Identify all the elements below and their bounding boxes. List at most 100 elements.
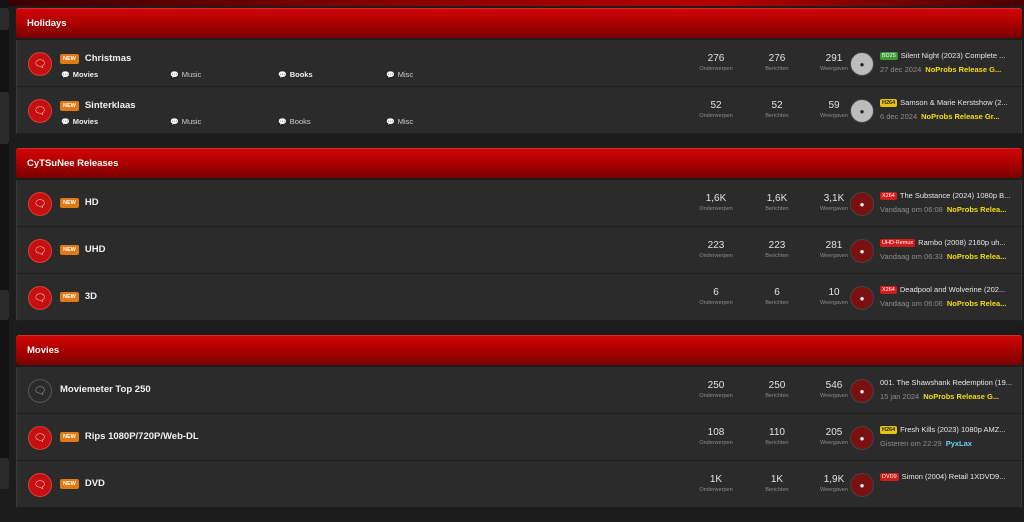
forum-chat-icon[interactable]: 🗨 xyxy=(28,99,52,123)
category-header[interactable]: Holidays xyxy=(16,8,1022,38)
category-header[interactable]: Movies xyxy=(16,335,1022,365)
latest-thread-title[interactable]: UHD-Remux Rambo (2008) 2160p uh... xyxy=(880,238,1022,248)
latest-thread-title[interactable]: X264 The Substance (2024) 1080p B... xyxy=(880,191,1022,201)
forum-chat-icon[interactable]: 🗨 xyxy=(28,239,52,263)
forum-node[interactable]: 🗨 NEW DVD 1K Onderwerpen 1K Berichten 1,9K Weerg… xyxy=(16,461,1022,508)
stat-label: Berichten xyxy=(765,440,789,446)
node-title-line: NEW Christmas xyxy=(60,53,131,64)
latest-post[interactable]: ● UHD-Remux Rambo (2008) 2160p uh... Vandaa… xyxy=(850,236,1022,266)
stat-posts: 223 Berichten xyxy=(752,240,802,259)
post-date: 15 jan 2024 xyxy=(880,392,920,401)
node-title-link[interactable]: 3D xyxy=(85,291,97,302)
category-header[interactable]: CyTSuNee Releases xyxy=(16,148,1022,178)
subforum-chat-icon: 💬 xyxy=(170,72,179,79)
prefix-tag: BD25 xyxy=(880,52,898,61)
username-link[interactable]: NoProbs Relea... xyxy=(947,252,1007,261)
latest-post[interactable]: ● X264 The Substance (2024) 1080p B... Vand… xyxy=(850,189,1022,219)
stat-label: Onderwerpen xyxy=(699,393,733,399)
node-title-line: Moviemeter Top 250 xyxy=(60,384,151,395)
user-avatar[interactable]: ● xyxy=(850,473,874,497)
user-avatar[interactable]: ● xyxy=(850,192,874,216)
forum-node[interactable]: 🗨 NEW Rips 1080P/720P/Web-DL 108 Onderwerpen… xyxy=(16,414,1022,461)
rail-tab[interactable] xyxy=(0,458,9,489)
rail-tab[interactable] xyxy=(0,92,9,144)
subforum-chat-icon: 💬 xyxy=(170,119,179,126)
subforum-chat-icon: 💬 xyxy=(278,72,287,79)
node-title-link[interactable]: Sinterklaas xyxy=(85,100,136,111)
subforum-link[interactable]: 💬 Movies xyxy=(61,117,98,126)
stat-value: 223 xyxy=(768,240,786,251)
rail-tab[interactable] xyxy=(0,290,9,320)
forum-category: Movies 🗨 Moviemeter Top 250 250 Onderwerpen 2… xyxy=(16,335,1022,508)
node-title-line: NEW 3D xyxy=(60,291,97,302)
username-link[interactable]: NoProbs Release Gr... xyxy=(921,112,999,121)
username-link[interactable]: NoProbs Relea... xyxy=(947,205,1007,214)
latest-thread-title[interactable]: H264 Samson & Marie Kerstshow (2... xyxy=(880,98,1022,108)
user-avatar[interactable]: ● xyxy=(850,239,874,263)
subforum-link[interactable]: 💬 Books xyxy=(278,70,313,79)
forum-chat-icon[interactable]: 🗨 xyxy=(28,286,52,310)
forum-chat-icon[interactable]: 🗨 xyxy=(28,426,52,450)
latest-post[interactable]: ● 001. The Shawshank Redemption (19... 15 … xyxy=(850,376,1022,406)
latest-post[interactable]: ● H264 Fresh Kills (2023) 1080p AMZ... Gist… xyxy=(850,423,1022,453)
user-avatar[interactable]: ● xyxy=(850,426,874,450)
forum-chat-icon[interactable]: 🗨 xyxy=(28,192,52,216)
prefix-tag: UHD-Remux xyxy=(880,239,916,248)
rail-tab[interactable] xyxy=(0,8,9,30)
subforum-link[interactable]: 💬 Movies xyxy=(61,70,98,79)
subforum-link[interactable]: 💬 Music xyxy=(170,117,201,126)
stat-posts: 1K Berichten xyxy=(752,474,802,493)
user-avatar[interactable]: ● xyxy=(850,99,874,123)
subforum-list: 💬 Movies 💬 Music 💬 Books 💬 Misc xyxy=(61,117,461,127)
node-title-link[interactable]: HD xyxy=(85,197,99,208)
node-title-link[interactable]: DVD xyxy=(85,478,105,489)
forum-node[interactable]: 🗨 NEW Christmas 💬 Movies 💬 Music 💬 Books 💬 Misc 276… xyxy=(16,40,1022,87)
stat-value: 6 xyxy=(713,287,719,298)
latest-post[interactable]: ● H264 Samson & Marie Kerstshow (2... 6 dec… xyxy=(850,96,1022,126)
username-link[interactable]: NoProbs Release G... xyxy=(925,65,1001,74)
user-avatar[interactable]: ● xyxy=(850,52,874,76)
stat-value: 1K xyxy=(770,474,784,485)
forum-chat-icon[interactable]: 🗨 xyxy=(28,52,52,76)
forum-chat-icon[interactable]: 🗨 xyxy=(28,473,52,497)
stat-value: 110 xyxy=(769,427,785,438)
username-link[interactable]: NoProbs Release G... xyxy=(923,392,999,401)
forum-node[interactable]: 🗨 NEW 3D 6 Onderwerpen 6 Berichten 10 Weergaven ●… xyxy=(16,274,1022,321)
subforum-link[interactable]: 💬 Misc xyxy=(386,70,413,79)
thread-title-text: 001. The Shawshank Redemption (19... xyxy=(880,378,1013,387)
node-title-line: NEW HD xyxy=(60,197,99,208)
subforum-link[interactable]: 💬 Music xyxy=(170,70,201,79)
new-badge: NEW xyxy=(60,478,79,489)
stat-label: Onderwerpen xyxy=(699,440,733,446)
latest-post[interactable]: ● DVD9 Simon (2004) Retail 1XDVD9... xyxy=(850,470,1022,500)
node-title-link[interactable]: Rips 1080P/720P/Web-DL xyxy=(85,431,199,442)
new-badge: NEW xyxy=(60,431,79,442)
latest-post[interactable]: ● X264 Deadpool and Wolverine (202... Vanda… xyxy=(850,283,1022,313)
forum-node[interactable]: 🗨 NEW UHD 223 Onderwerpen 223 Berichten 281 Weer… xyxy=(16,227,1022,274)
latest-thread-title[interactable]: BD25 Silent Night (2023) Complete ... xyxy=(880,51,1022,61)
latest-thread-title[interactable]: X264 Deadpool and Wolverine (202... xyxy=(880,285,1022,295)
latest-post-meta: Vandaag om 06:08 NoProbs Relea... xyxy=(880,205,1022,214)
subforum-link[interactable]: 💬 Books xyxy=(278,117,311,126)
node-title-link[interactable]: UHD xyxy=(85,244,106,255)
forum-node[interactable]: 🗨 NEW Sinterklaas 💬 Movies 💬 Music 💬 Books 💬 Misc 5… xyxy=(16,87,1022,134)
username-link[interactable]: PyxLax xyxy=(946,439,972,448)
subforum-chat-icon: 💬 xyxy=(386,119,395,126)
latest-thread-title[interactable]: 001. The Shawshank Redemption (19... xyxy=(880,378,1022,387)
user-avatar[interactable]: ● xyxy=(850,286,874,310)
latest-post[interactable]: ● BD25 Silent Night (2023) Complete ... 27 … xyxy=(850,49,1022,79)
subforum-label: Books xyxy=(289,117,311,126)
latest-thread-title[interactable]: DVD9 Simon (2004) Retail 1XDVD9... xyxy=(880,472,1022,482)
node-title-link[interactable]: Moviemeter Top 250 xyxy=(60,384,151,395)
latest-post-meta xyxy=(880,486,1022,495)
stat-topics: 6 Onderwerpen xyxy=(691,287,741,306)
subforum-link[interactable]: 💬 Misc xyxy=(386,117,413,126)
node-title-link[interactable]: Christmas xyxy=(85,53,131,64)
user-avatar[interactable]: ● xyxy=(850,379,874,403)
forum-node[interactable]: 🗨 NEW HD 1,6K Onderwerpen 1,6K Berichten 3,1K We… xyxy=(16,180,1022,227)
latest-thread-title[interactable]: H264 Fresh Kills (2023) 1080p AMZ... xyxy=(880,425,1022,435)
forum-node[interactable]: 🗨 Moviemeter Top 250 250 Onderwerpen 250 Beri… xyxy=(16,367,1022,414)
username-link[interactable]: NoProbs Relea... xyxy=(947,299,1007,308)
stat-value: 6 xyxy=(774,287,780,298)
forum-chat-icon[interactable]: 🗨 xyxy=(28,379,52,403)
